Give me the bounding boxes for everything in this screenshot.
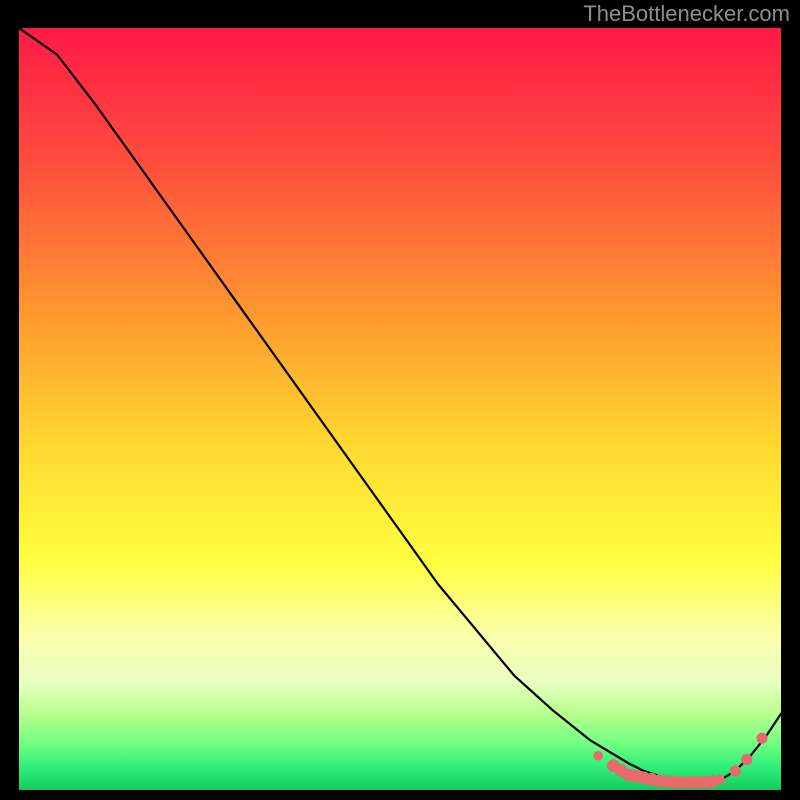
marker-dot (756, 733, 767, 744)
chart-container: TheBottlenecker.com (0, 0, 800, 800)
marker-dot (593, 751, 603, 761)
marker-dot (730, 765, 741, 776)
gradient-background (19, 28, 781, 790)
marker-dot (715, 775, 725, 785)
marker-dot (741, 754, 752, 765)
watermark-text: TheBottlenecker.com (583, 0, 790, 28)
chart-svg (19, 28, 781, 790)
plot-area (19, 28, 781, 790)
